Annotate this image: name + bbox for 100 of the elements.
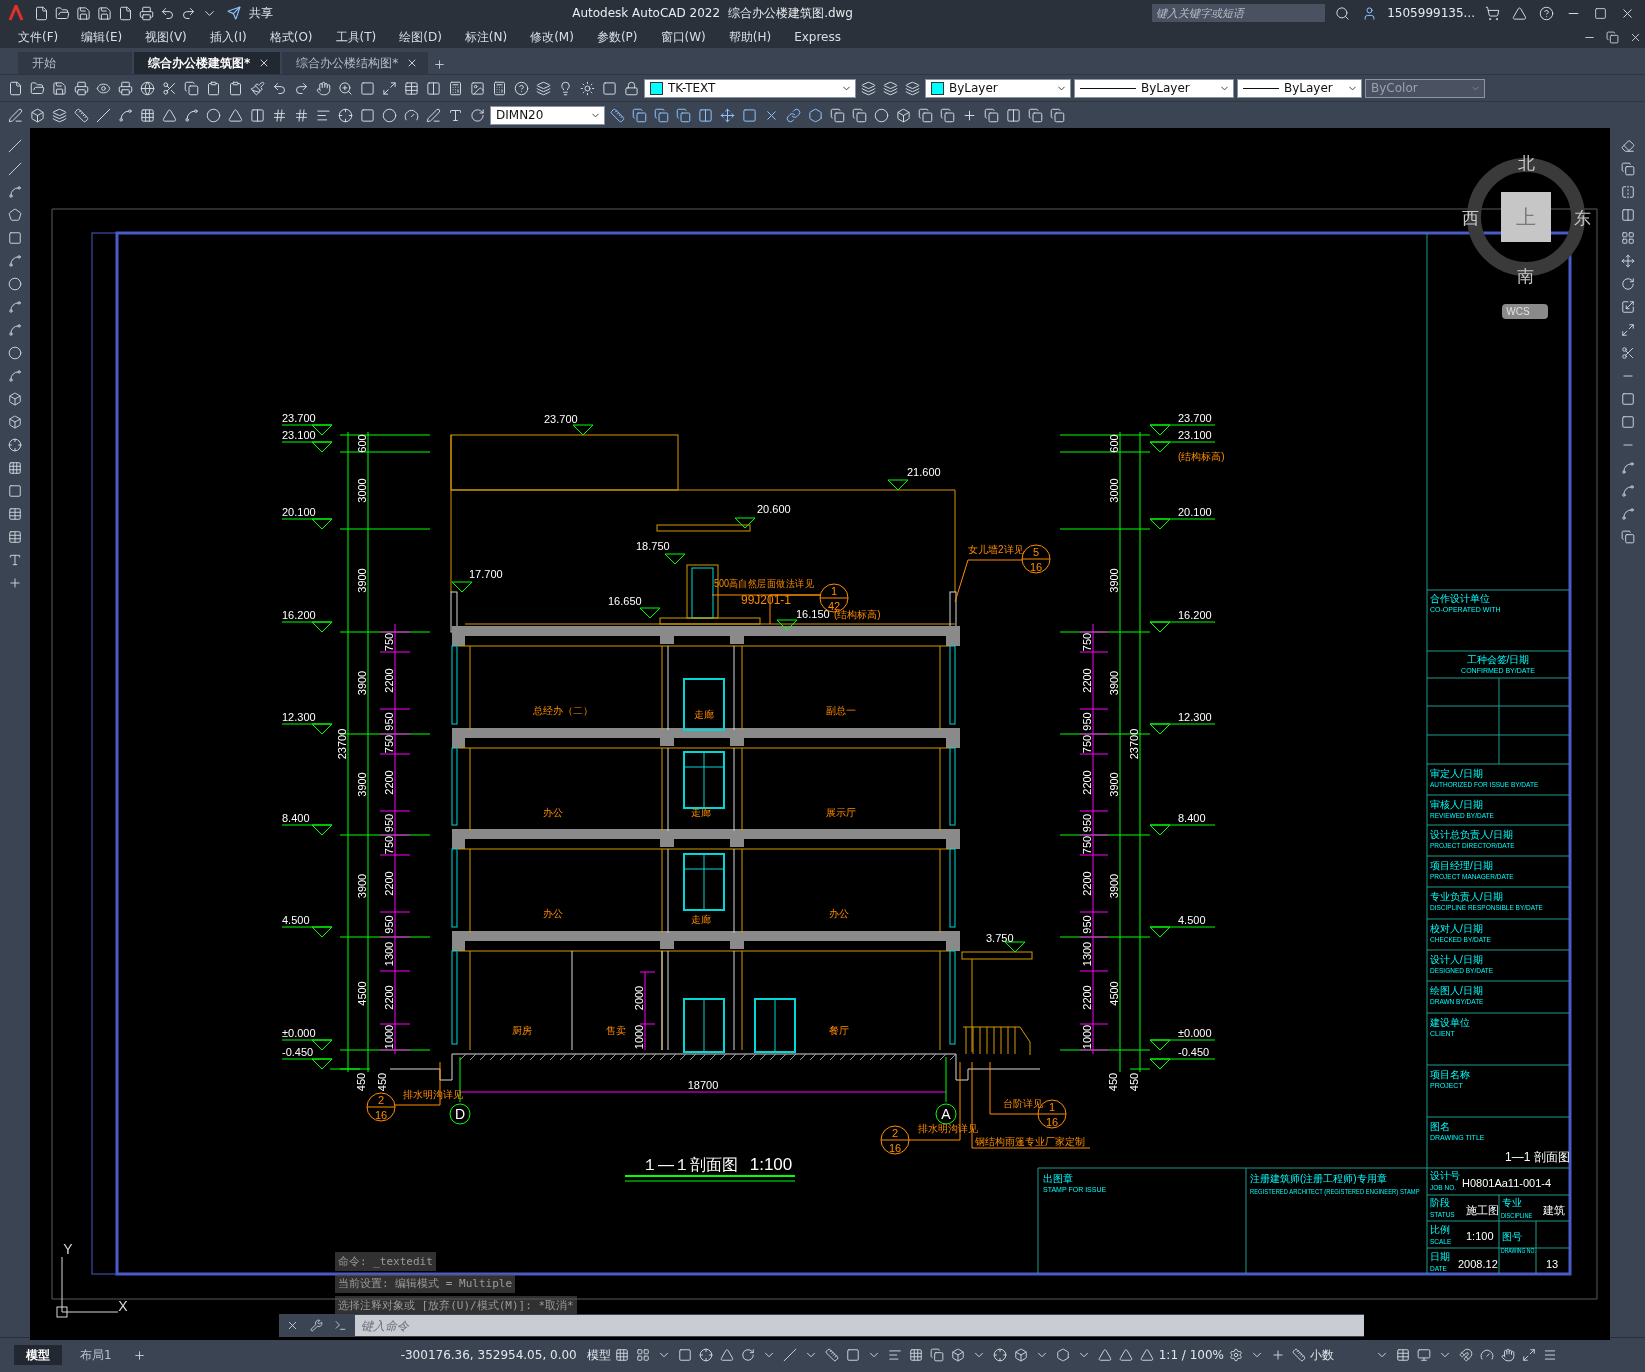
copy-icon[interactable] [1620,162,1635,176]
menu-item[interactable]: 帮助(H) [728,28,783,46]
maximize-icon[interactable] [1594,6,1607,20]
grid-icon[interactable] [909,1348,924,1362]
scissors-icon[interactable] [162,80,177,96]
linetype-dropdown[interactable]: ByLayer [1074,78,1234,98]
new-tab-icon[interactable] [433,57,447,71]
columns-icon[interactable] [426,80,441,96]
spline-icon[interactable] [184,107,199,123]
polyline-icon[interactable] [8,185,22,199]
calculator-icon[interactable] [492,80,507,96]
restore-icon[interactable] [1606,30,1619,44]
copy-icon[interactable] [184,80,199,96]
printer-icon[interactable] [139,5,154,21]
triangle-icon[interactable] [162,107,177,123]
menu-item[interactable]: 窗口(W) [660,28,717,46]
align-icon[interactable] [316,107,331,123]
hexagon-icon[interactable] [808,107,823,123]
circle-icon[interactable] [382,107,397,123]
stretch-icon[interactable] [1620,323,1635,337]
layers-icon[interactable] [883,80,898,96]
triangle-icon[interactable] [1140,1348,1155,1362]
table-icon[interactable] [404,80,419,96]
monitor-icon[interactable] [1416,1348,1431,1362]
square-icon[interactable] [678,1348,693,1362]
ruler-icon[interactable] [74,107,89,123]
undo-icon[interactable] [160,5,175,21]
menu-item[interactable]: 格式(O) [269,28,324,46]
trim-icon[interactable] [1620,346,1635,360]
columns-icon[interactable] [1006,107,1021,123]
globe-icon[interactable] [140,80,155,96]
fullscreen-icon[interactable] [1521,1348,1536,1362]
pen-icon[interactable] [426,107,441,123]
copy-icon[interactable] [676,107,691,123]
arc-icon[interactable] [8,369,22,383]
app-logo-icon[interactable] [8,5,24,21]
clipboard-icon[interactable] [228,80,243,96]
square-icon[interactable] [846,1348,861,1362]
menu-item[interactable]: 插入(I) [209,28,258,46]
square-icon[interactable] [742,107,757,123]
layer-dropdown[interactable]: TK-TEXT [644,78,856,98]
grid-icon[interactable] [615,1348,630,1362]
ruler-icon[interactable] [610,107,625,123]
copy-icon[interactable] [1028,107,1043,123]
calculator-icon[interactable] [448,80,463,96]
box-icon[interactable] [30,107,45,123]
expand-icon[interactable] [382,80,397,96]
eraser-icon[interactable] [1620,139,1635,153]
add-layout-icon[interactable] [132,1348,146,1362]
plus-icon[interactable] [1270,1348,1285,1362]
copy-icon[interactable] [918,107,933,123]
share-icon[interactable] [227,6,241,20]
copy-icon[interactable] [632,107,647,123]
file-icon[interactable] [34,5,49,21]
eye-icon[interactable] [96,80,111,96]
slash-icon[interactable] [783,1348,798,1362]
rectangle-icon[interactable] [8,231,22,245]
square-icon[interactable] [602,80,617,96]
plus-icon[interactable] [8,576,22,590]
triangle-icon[interactable] [1119,1348,1134,1362]
copy-icon[interactable] [930,1348,945,1362]
array-icon[interactable] [1620,231,1635,245]
columns-icon[interactable] [250,107,265,123]
copy-icon[interactable] [654,107,669,123]
copy-icon[interactable] [1050,107,1065,123]
triangle-icon[interactable] [1512,5,1527,21]
hexagon-icon[interactable] [1056,1348,1071,1362]
printer-icon[interactable] [74,80,89,96]
snap-icon[interactable] [636,1348,651,1362]
text-icon[interactable] [8,553,22,567]
block-icon[interactable] [8,415,22,429]
slash-icon[interactable] [96,107,111,123]
lineweight-dropdown[interactable]: ByLayer [1237,78,1362,98]
clipboard-icon[interactable] [206,80,221,96]
copy-icon[interactable] [830,107,845,123]
menu-item[interactable]: 修改(M) [530,28,585,46]
columns-icon[interactable] [698,107,713,123]
move-icon[interactable] [1620,254,1635,268]
menu-item[interactable]: Express [794,30,852,44]
hand-icon[interactable] [1500,1348,1515,1362]
pen-icon[interactable] [8,107,23,123]
spline-icon[interactable] [118,107,133,123]
image-icon[interactable] [470,80,485,96]
share-link[interactable]: 共享 [249,4,273,22]
box-icon[interactable] [1014,1348,1029,1362]
ruler-icon[interactable] [1291,1348,1306,1362]
search-icon[interactable] [1335,5,1351,21]
layers-icon[interactable] [905,80,920,96]
folder-icon[interactable] [55,5,70,21]
square-icon[interactable] [360,80,375,96]
copy-icon[interactable] [984,107,999,123]
gauge-icon[interactable] [1479,1348,1494,1362]
scale-icon[interactable] [1620,300,1635,314]
file-icon[interactable] [118,5,133,21]
sun-icon[interactable] [580,80,595,96]
lineweight-icon[interactable] [888,1348,903,1362]
save-icon[interactable] [76,5,91,21]
rotate-icon[interactable] [1620,277,1635,291]
hash-icon[interactable] [272,107,287,123]
menu-item[interactable]: 编辑(E) [81,28,134,46]
